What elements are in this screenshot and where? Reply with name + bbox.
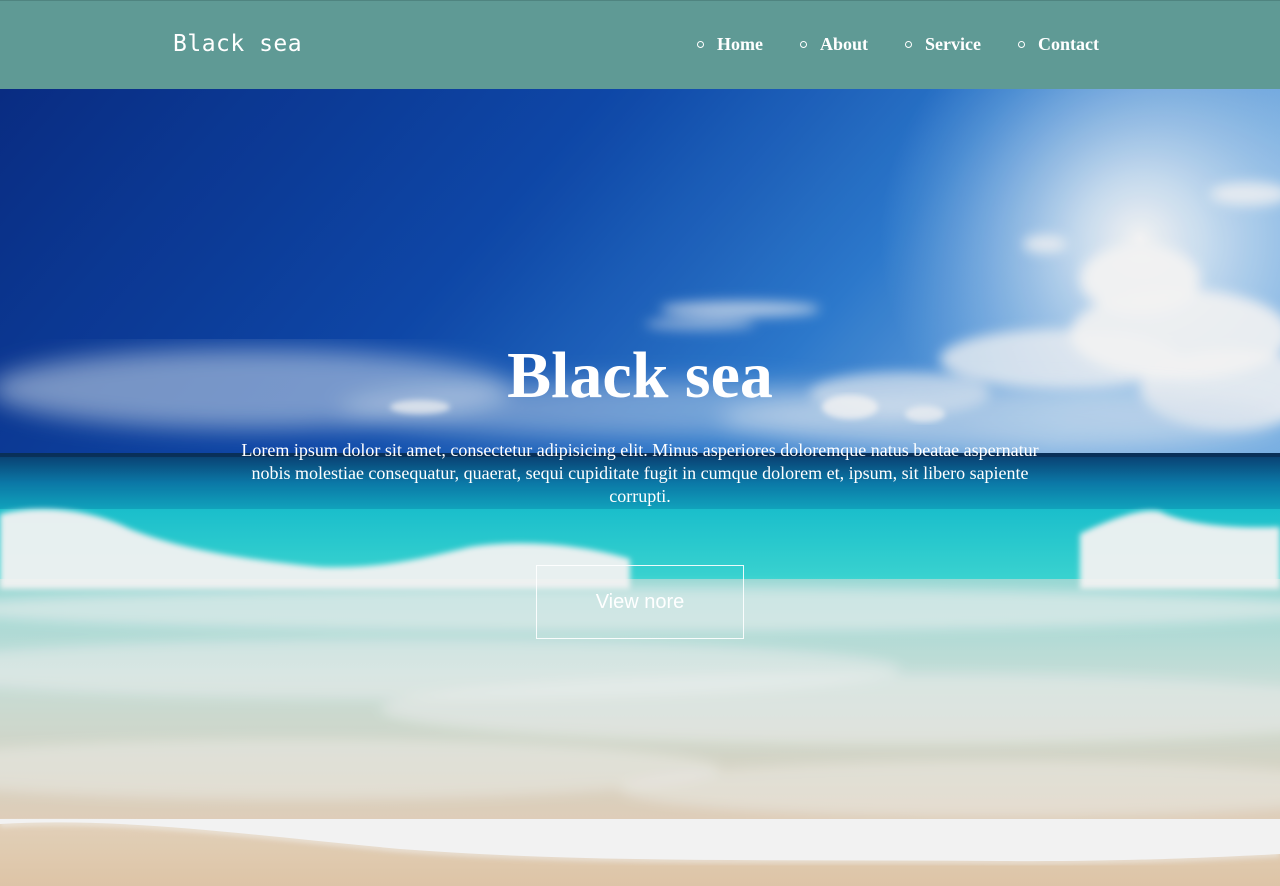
nav-label-service[interactable]: Service [925, 34, 981, 55]
nav-item-about[interactable]: About [799, 34, 868, 55]
nav-label-home[interactable]: Home [717, 34, 763, 55]
hero-description: Lorem ipsum dolor sit amet, consectetur … [241, 440, 1039, 506]
circle-bullet-icon [799, 41, 807, 48]
nav-item-home[interactable]: Home [697, 34, 763, 55]
circle-bullet-icon [905, 41, 912, 48]
page: Black sea Home About Service Contact Bla… [0, 0, 1280, 886]
main-nav: Home About Service Contact [697, 34, 1099, 55]
circle-bullet-icon [1017, 41, 1025, 48]
site-header: Black sea Home About Service Contact [0, 0, 1280, 89]
site-logo[interactable]: Black sea [173, 31, 302, 57]
hero-title: Black sea [507, 339, 773, 412]
circle-bullet-icon [697, 41, 704, 48]
nav-item-contact[interactable]: Contact [1017, 34, 1099, 55]
view-more-button[interactable]: View nore [536, 565, 744, 639]
nav-label-about[interactable]: About [820, 34, 868, 55]
nav-item-service[interactable]: Service [905, 34, 981, 55]
nav-label-contact[interactable]: Contact [1038, 34, 1099, 55]
